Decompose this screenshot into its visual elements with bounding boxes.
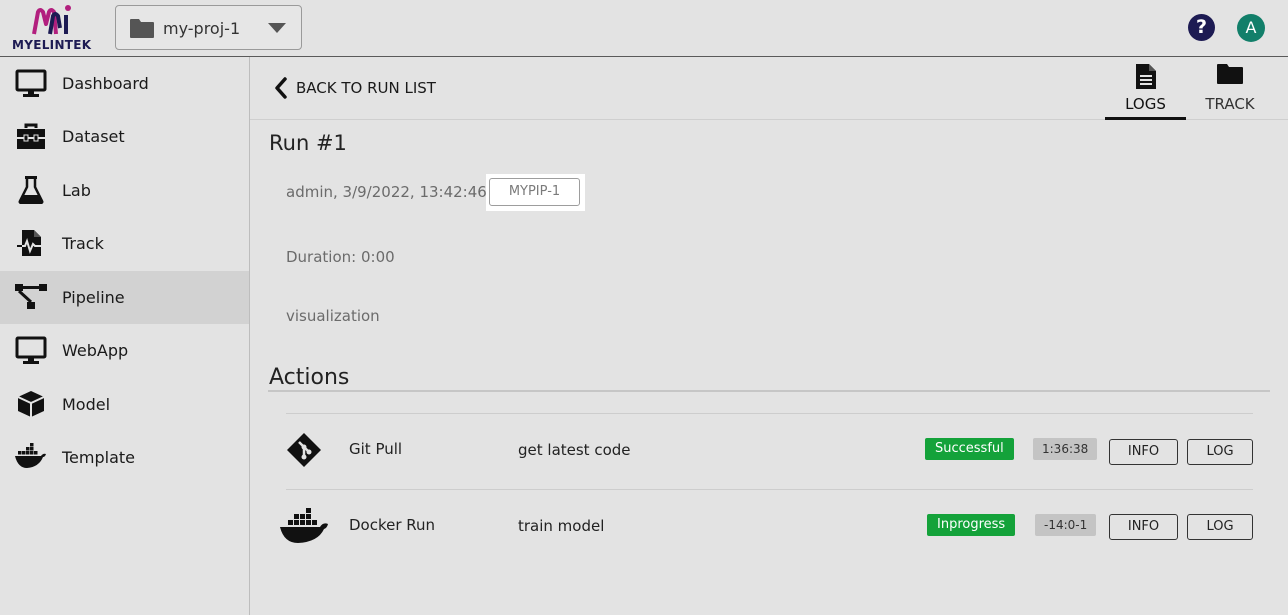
tab-track[interactable]: TRACK <box>1190 61 1270 120</box>
log-button[interactable]: LOG <box>1187 514 1253 540</box>
action-description: get latest code <box>518 441 631 459</box>
chevron-left-icon <box>275 77 287 99</box>
sidebar-item-label: Track <box>62 234 104 253</box>
tab-label: LOGS <box>1125 95 1166 113</box>
run-title: Run #1 <box>269 131 347 155</box>
actions-divider <box>268 390 1270 392</box>
log-button[interactable]: LOG <box>1187 439 1253 465</box>
pipeline-tag-chip[interactable]: MYPIP-1 <box>489 178 580 206</box>
folder-icon <box>1217 64 1243 84</box>
help-icon[interactable]: ? <box>1188 14 1215 41</box>
action-time-badge: -14:0-1 <box>1035 514 1097 536</box>
status-badge: Successful <box>925 438 1014 460</box>
sidebar-item-label: Lab <box>62 181 91 200</box>
project-select[interactable]: my-proj-1 <box>115 5 302 50</box>
sidebar-item-track[interactable]: Track <box>0 217 249 270</box>
action-description: train model <box>518 517 605 535</box>
info-button[interactable]: INFO <box>1109 514 1178 540</box>
sidebar-item-lab[interactable]: Lab <box>0 164 249 217</box>
brand-name: MYELINTEK <box>12 38 92 52</box>
sidebar-item-label: Dashboard <box>62 74 149 93</box>
project-name: my-proj-1 <box>163 19 241 38</box>
visualization-label: visualization <box>286 307 380 325</box>
sidebar-item-dataset[interactable]: Dataset <box>0 110 249 163</box>
brand-logo[interactable]: MYELINTEK <box>12 4 92 54</box>
action-name: Docker Run <box>349 516 436 534</box>
sidebar-item-dashboard[interactable]: Dashboard <box>0 57 249 110</box>
docker-icon <box>15 443 46 468</box>
pipeline-icon <box>15 284 47 309</box>
tab-logs[interactable]: LOGS <box>1105 61 1186 120</box>
folder-icon <box>130 19 154 38</box>
sidebar-item-template[interactable]: Template <box>0 431 249 484</box>
sidebar-item-label: WebApp <box>62 341 129 360</box>
tab-label: TRACK <box>1205 95 1255 113</box>
git-icon <box>287 433 321 467</box>
sidebar-item-label: Pipeline <box>62 288 125 307</box>
actions-heading: Actions <box>269 365 350 390</box>
back-link-label: BACK TO RUN LIST <box>296 79 436 97</box>
document-icon <box>1135 64 1156 89</box>
main-content: BACK TO RUN LIST LOGS TRACK Run #1 admin… <box>250 57 1288 615</box>
toolbox-icon <box>17 123 45 149</box>
monitor-icon <box>15 69 47 97</box>
cube-icon <box>17 391 45 417</box>
flask-icon <box>18 176 44 204</box>
action-name: Git Pull <box>349 440 403 458</box>
sidebar-item-label: Template <box>62 448 136 467</box>
monitor-icon <box>15 336 47 364</box>
sidebar-item-model[interactable]: Model <box>0 378 249 431</box>
sidebar-item-webapp[interactable]: WebApp <box>0 324 249 377</box>
sidebar-item-pipeline[interactable]: Pipeline <box>0 271 249 324</box>
status-badge: Inprogress <box>927 514 1016 536</box>
run-subheader: BACK TO RUN LIST LOGS TRACK <box>250 57 1288 120</box>
run-meta: admin, 3/9/2022, 13:42:46 <box>286 183 487 201</box>
sidebar-item-label: Dataset <box>62 127 125 146</box>
run-duration: Duration: 0:00 <box>286 248 395 266</box>
sidebar: Dashboard Dataset Lab Track Pipeline Web… <box>0 57 250 615</box>
myelintek-logo-icon <box>32 5 71 35</box>
action-row: Docker Run train model Inprogress -14:0-… <box>250 490 1288 564</box>
sidebar-item-label: Model <box>62 395 111 414</box>
track-file-icon <box>17 230 44 256</box>
action-row: Git Pull get latest code Successful 1:36… <box>250 414 1288 488</box>
avatar[interactable]: A <box>1237 14 1265 42</box>
chevron-down-icon <box>268 23 286 33</box>
info-button[interactable]: INFO <box>1109 439 1178 465</box>
action-time-badge: 1:36:38 <box>1033 438 1098 460</box>
pipeline-tag-wrapper: MYPIP-1 <box>486 174 585 211</box>
docker-icon <box>280 508 328 543</box>
top-bar: MYELINTEK my-proj-1 ? A <box>0 0 1288 57</box>
